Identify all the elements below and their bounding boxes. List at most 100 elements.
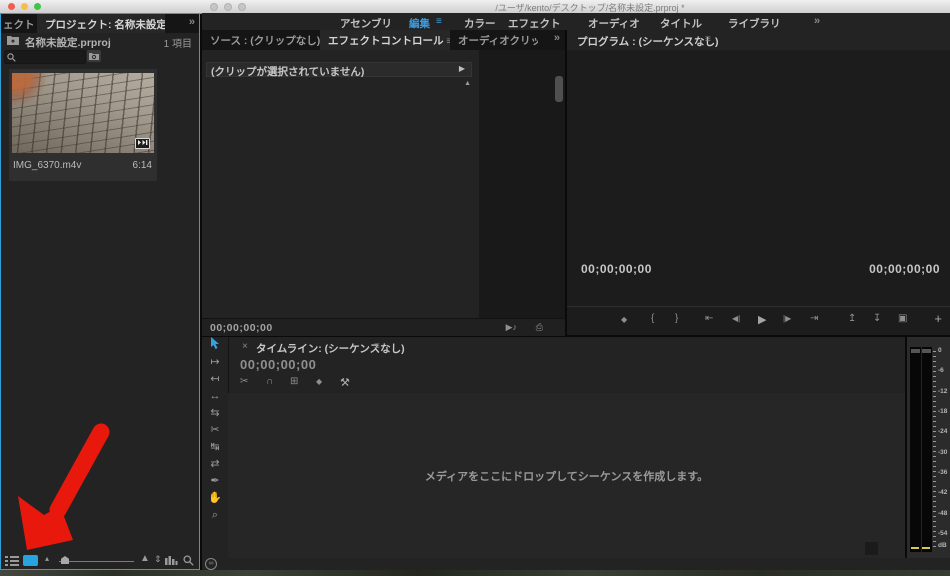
- titlebar[interactable]: /ユーザ/kento/デスクトップ/名称未設定.prproj *: [0, 0, 950, 14]
- project-panel-window: ェクトプロジェクト: 名称未設定 ≡ » 名称未設定.prproj 1 項目: [0, 13, 200, 570]
- go-to-out-button[interactable]: ⇥: [810, 313, 818, 324]
- razor-tool[interactable]: ✂: [202, 422, 228, 439]
- add-marker-icon[interactable]: ◆: [316, 377, 322, 386]
- inactive-zoom-button[interactable]: [238, 3, 246, 11]
- program-menu-icon[interactable]: ≡: [705, 34, 711, 45]
- pen-tool[interactable]: ✒: [202, 473, 228, 490]
- meter-min-dash-right: [922, 547, 930, 549]
- transport-controls: ◆ { } ⇤ ◀| ▶ |▶ ⇥ ↥ ↧ ▣ +: [567, 306, 950, 336]
- program-title: プログラム : (シーケンスなし): [577, 36, 719, 48]
- program-viewer: [567, 50, 950, 335]
- workspace-overflow-icon[interactable]: »: [814, 15, 820, 27]
- audio-meter-bars[interactable]: [910, 347, 932, 552]
- linked-selection-icon[interactable]: ✂: [240, 376, 248, 387]
- thumbnail-size-slider-handle[interactable]: [61, 556, 69, 564]
- step-forward-button[interactable]: |▶: [783, 314, 791, 323]
- project-item-count: 1 項目: [163, 39, 192, 50]
- timeline-settings-wrench-icon[interactable]: ⚒: [340, 376, 350, 389]
- expand-arrow-icon[interactable]: ▶: [459, 64, 465, 73]
- slip-tool[interactable]: ↹: [202, 439, 228, 456]
- no-clip-header[interactable]: (クリップが選択されていません) ▶: [206, 62, 472, 78]
- inactive-minimize-button[interactable]: [224, 3, 232, 11]
- ripple-edit-tool[interactable]: ↤: [202, 371, 228, 388]
- effect-controls-timecode: 00;00;00;00: [210, 322, 273, 334]
- tab-source-monitor[interactable]: ソース : (クリップなし): [202, 30, 320, 50]
- search-input[interactable]: [4, 50, 86, 64]
- search-icon: [7, 53, 16, 62]
- nest-sequence-icon[interactable]: ⊞: [290, 376, 298, 387]
- workspace-tab-editing[interactable]: 編集: [409, 16, 430, 31]
- zoom-tool[interactable]: ⌕: [202, 507, 228, 524]
- export-media-icon[interactable]: ⎙: [536, 322, 543, 333]
- workspace-tab-libraries[interactable]: ライブラリ: [728, 16, 781, 31]
- minimize-window-button[interactable]: [21, 3, 28, 10]
- extract-button[interactable]: ↧: [873, 313, 881, 324]
- meter-label: -42: [938, 489, 948, 497]
- timeline-drop-area[interactable]: メディアをここにドロップしてシーケンスを作成します。: [228, 393, 905, 558]
- button-editor-add-button[interactable]: +: [934, 311, 942, 326]
- slide-tool[interactable]: ⇄: [202, 456, 228, 473]
- meter-label: 0: [938, 347, 942, 354]
- icon-view-button[interactable]: [23, 555, 38, 566]
- rolling-edit-tool[interactable]: ↔: [202, 388, 228, 405]
- tab-effect-controls[interactable]: エフェクトコントロール ≡: [320, 30, 450, 50]
- source-tab-overflow-icon[interactable]: »: [554, 32, 560, 44]
- project-file-name: 名称未設定.prproj: [25, 37, 111, 49]
- close-window-button[interactable]: [8, 3, 15, 10]
- project-search-row: [1, 49, 199, 65]
- thumbnail-size-slider[interactable]: [59, 561, 134, 562]
- timeline-menu-icon[interactable]: ≡: [374, 341, 380, 352]
- search-bin-button[interactable]: [87, 50, 101, 62]
- tab-audio-clip-mixer[interactable]: オーディオクリップミキ: [450, 30, 538, 50]
- workspace-tab-color[interactable]: カラー: [464, 16, 496, 31]
- effect-controls-bottom-bar: 00;00;00;00 ▶♪ ⎙: [202, 318, 565, 336]
- meter-label: -36: [938, 468, 948, 476]
- timeline-title[interactable]: タイムライン: (シーケンスなし): [256, 341, 405, 356]
- sort-icon[interactable]: ⇕: [154, 554, 162, 565]
- rate-stretch-tool[interactable]: ⇆: [202, 405, 228, 422]
- export-frame-button[interactable]: ▣: [898, 313, 907, 324]
- vertical-scrollbar-thumb[interactable]: [555, 76, 563, 102]
- timeline-timecode[interactable]: 00;00;00;00: [240, 357, 316, 372]
- find-icon[interactable]: [183, 555, 194, 566]
- workspace-tab-effects[interactable]: エフェクト: [508, 16, 561, 31]
- workspace-menu-icon[interactable]: ≡: [436, 16, 442, 27]
- list-view-icon[interactable]: [5, 556, 19, 566]
- go-to-in-button[interactable]: ⇤: [705, 313, 713, 324]
- link-media-icon[interactable]: ∞: [205, 558, 217, 570]
- tab-project[interactable]: プロジェクト: 名称未設定 ≡: [37, 14, 165, 33]
- clip-tile[interactable]: IMG_6370.m4v 6:14: [9, 69, 157, 181]
- zoom-window-button[interactable]: [34, 3, 41, 10]
- clip-thumbnail[interactable]: [12, 73, 154, 153]
- play-button[interactable]: ▶: [758, 313, 766, 326]
- program-current-timecode[interactable]: 00;00;00;00: [581, 262, 652, 276]
- selection-tool[interactable]: [202, 337, 228, 354]
- workspace-tab-audio[interactable]: オーディオ: [588, 16, 640, 31]
- mark-out-button[interactable]: }: [675, 313, 678, 324]
- tab-effects-partial[interactable]: ェクト: [1, 14, 37, 33]
- timeline-close-icon[interactable]: ×: [242, 341, 248, 352]
- workspace-bar: アセンブリ 編集 ≡ カラー エフェクト オーディオ タイトル ライブラリ »: [202, 13, 950, 30]
- zoom-out-icon[interactable]: ▴: [45, 554, 49, 563]
- track-select-forward-tool[interactable]: ↦: [202, 354, 228, 371]
- hand-tool[interactable]: ✋: [202, 490, 228, 507]
- scroll-up-icon[interactable]: ▲: [464, 80, 471, 87]
- project-file-row: 名称未設定.prproj 1 項目: [1, 33, 199, 50]
- play-audio-only-icon[interactable]: ▶♪: [506, 322, 517, 333]
- mark-in-button[interactable]: {: [651, 313, 654, 324]
- workspace-tab-assembly[interactable]: アセンブリ: [340, 16, 392, 31]
- project-tab-overflow-icon[interactable]: »: [189, 16, 195, 28]
- automate-to-sequence-icon[interactable]: [165, 556, 178, 567]
- project-folder-icon[interactable]: [7, 35, 19, 45]
- snap-icon[interactable]: ∩: [266, 376, 273, 387]
- workspace-tab-titles[interactable]: タイトル: [660, 16, 702, 31]
- meter-unit-label: dB: [938, 542, 947, 549]
- add-marker-button[interactable]: ◆: [621, 315, 627, 324]
- step-back-button[interactable]: ◀|: [732, 314, 740, 323]
- meter-label: -48: [938, 509, 948, 517]
- inactive-close-button[interactable]: [210, 3, 218, 11]
- lift-button[interactable]: ↥: [848, 313, 856, 324]
- zoom-in-icon[interactable]: ▲: [140, 553, 150, 564]
- desktop-background: [0, 570, 950, 576]
- clip-name[interactable]: IMG_6370.m4v: [13, 160, 81, 171]
